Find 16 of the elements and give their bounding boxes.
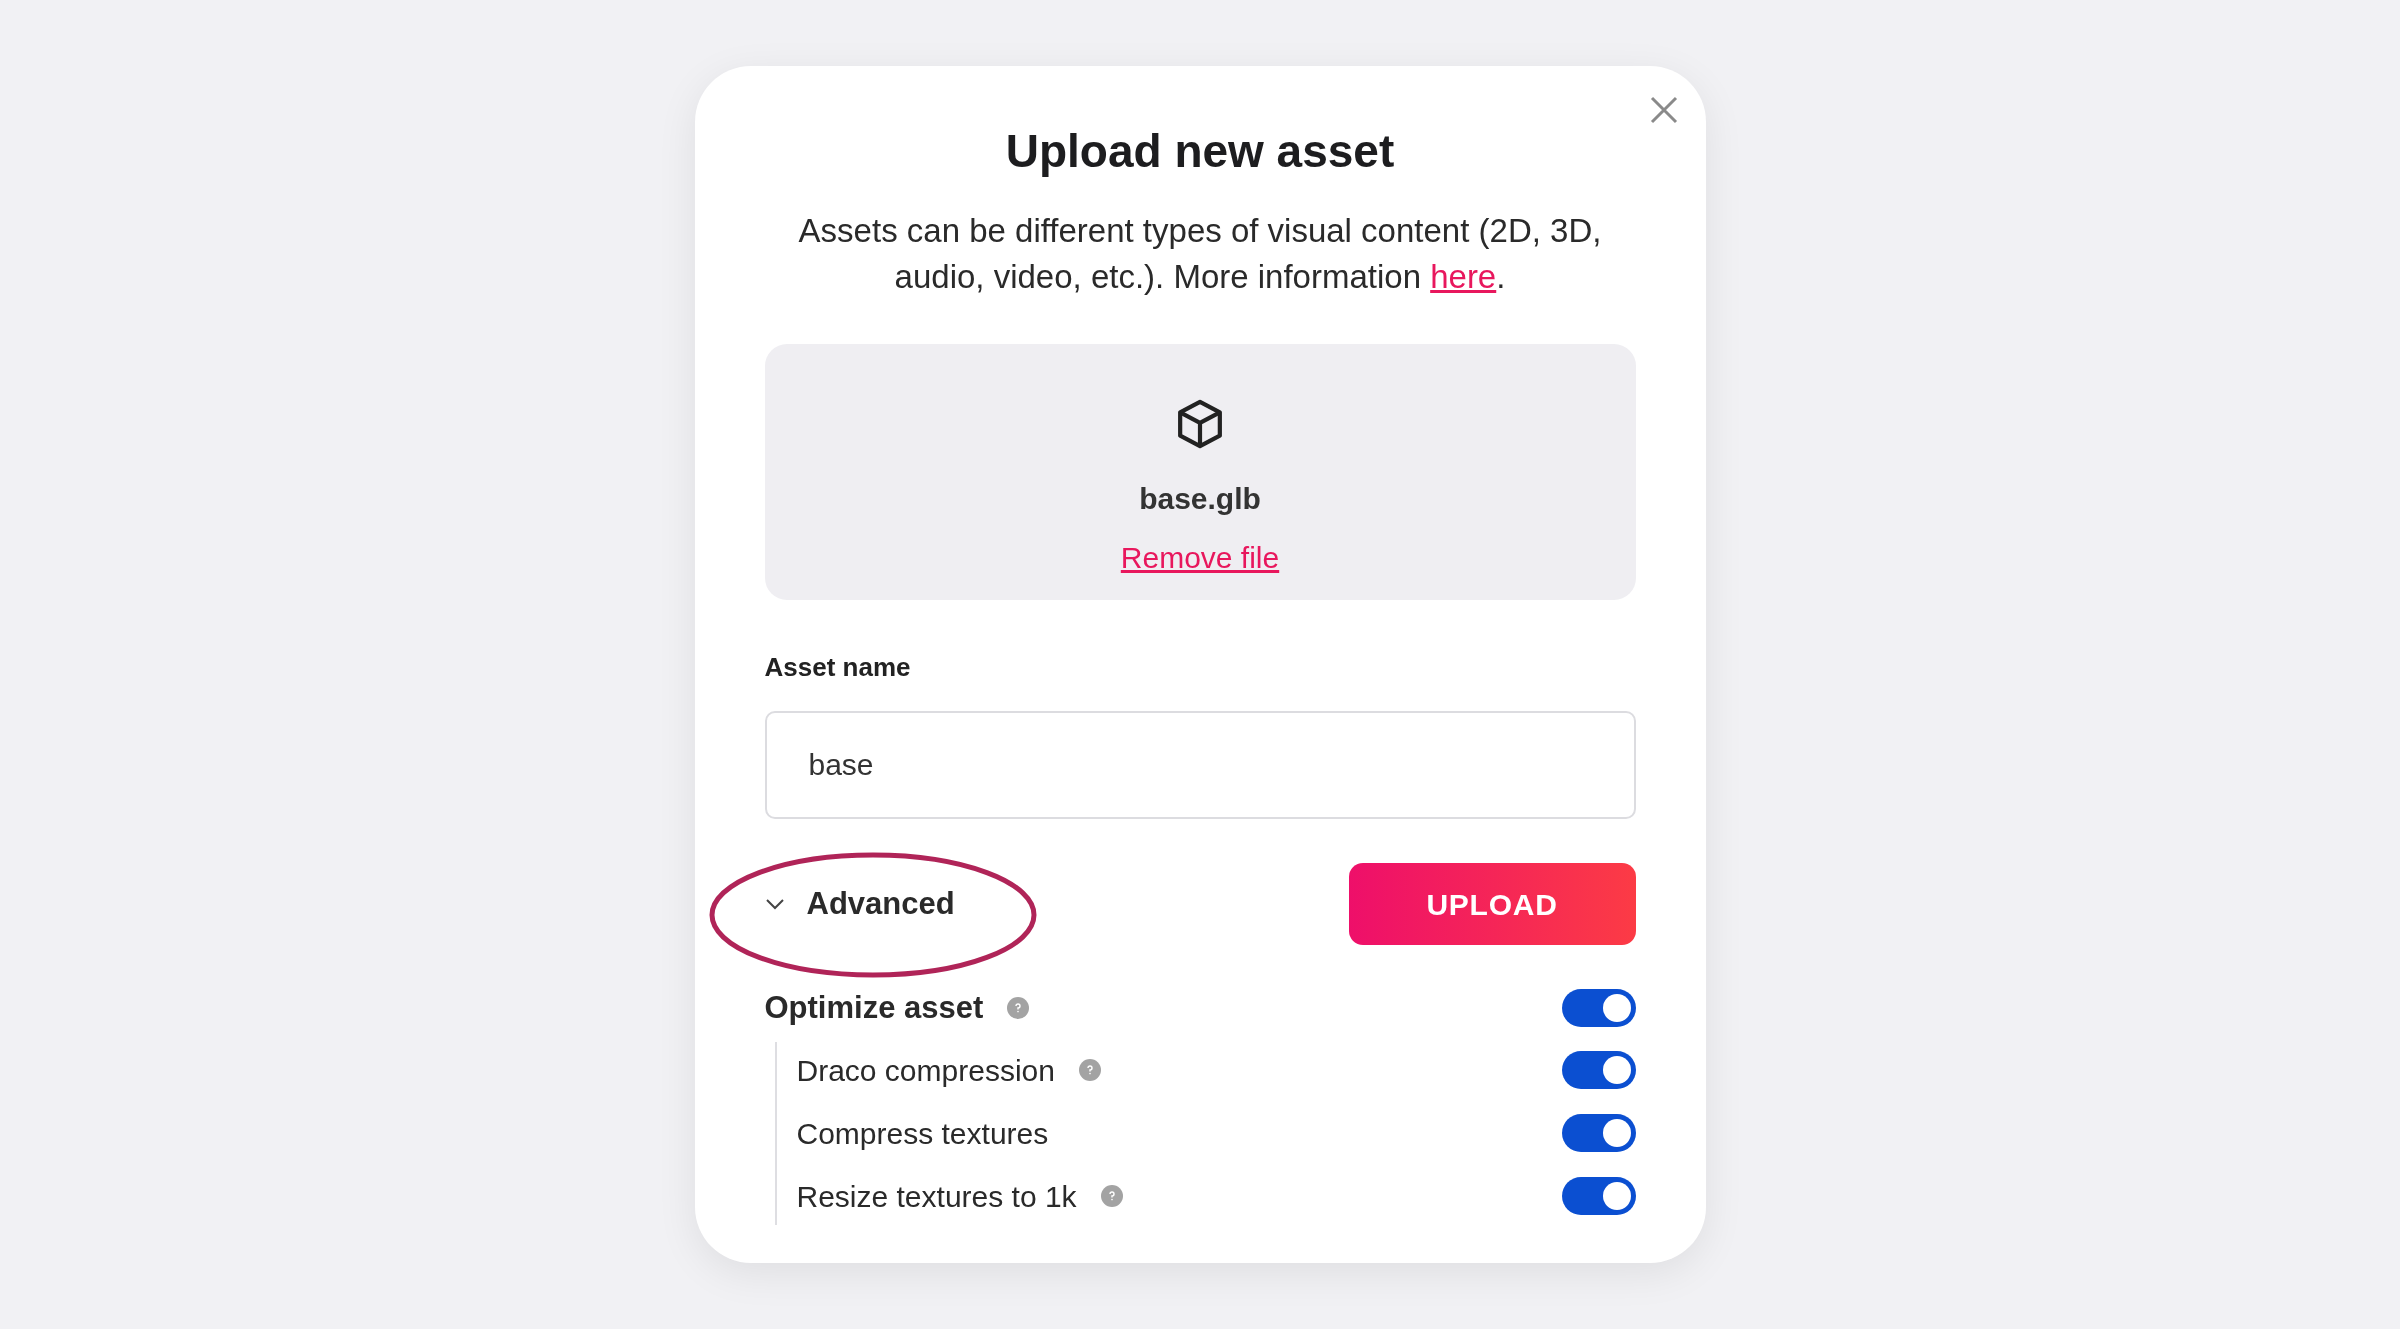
upload-button[interactable]: UPLOAD [1348,863,1636,945]
dialog-description: Assets can be different types of visual content (2D, 3D, audio, video, etc.). More information here. [797,211,1603,297]
file-name: base.glb [1139,481,1261,517]
info-link[interactable]: here [1430,258,1497,295]
option-label: Draco compression [796,1052,1055,1089]
remove-file-link[interactable]: Remove file [1120,535,1280,580]
asset-name-field[interactable]: base [764,711,1636,819]
toggle-switch[interactable] [1561,1051,1636,1089]
option-label: Compress textures [796,1115,1049,1152]
field-label: Asset name [764,651,912,684]
toggle-switch[interactable] [1561,989,1636,1028]
option-label: Optimize asset [764,989,984,1027]
toggle-switch[interactable] [1561,1114,1636,1152]
option-label: Resize textures to 1k [796,1178,1077,1215]
chevron-icon [764,898,785,910]
toggle-switch[interactable] [1561,1177,1636,1215]
